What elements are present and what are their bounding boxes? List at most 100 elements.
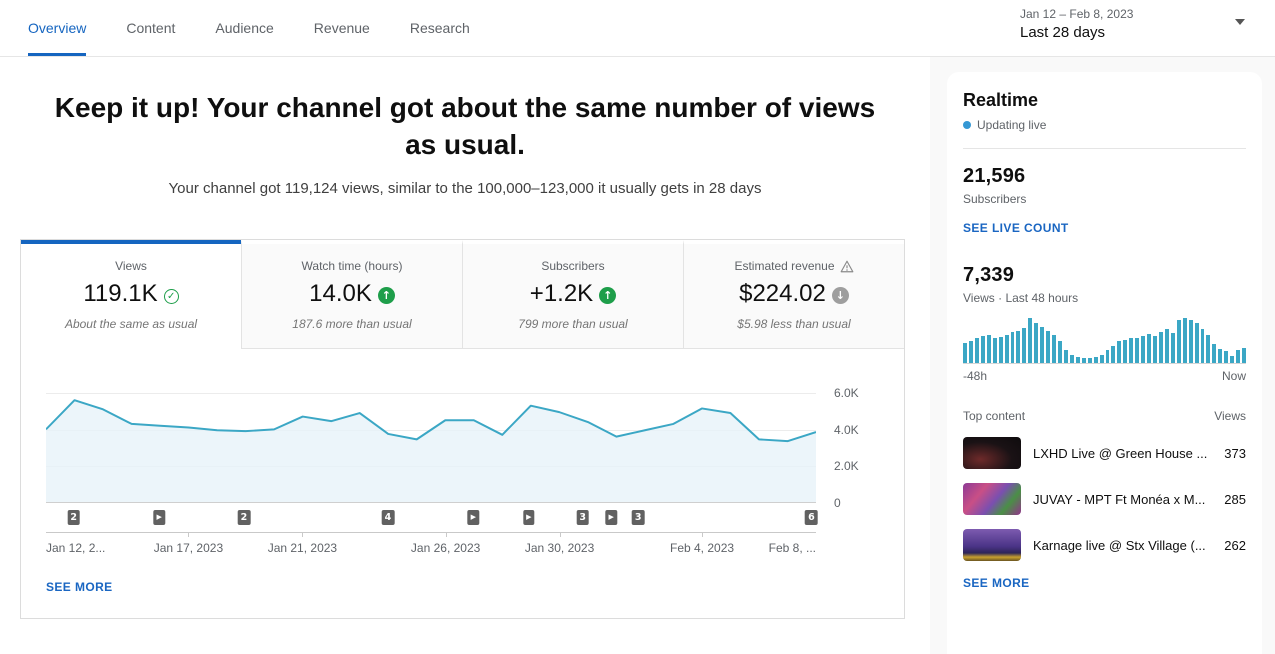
- hourly-views-bar: [1135, 338, 1139, 363]
- bar-chart-axis: -48h Now: [963, 369, 1246, 383]
- metric-label: Views: [21, 259, 241, 273]
- hourly-views-bar: [969, 341, 973, 364]
- views-48h-count: 7,339: [963, 264, 1246, 287]
- hourly-views-bar: [1064, 350, 1068, 364]
- see-more-realtime-button[interactable]: SEE MORE: [963, 576, 1030, 590]
- hourly-views-bar: [999, 337, 1003, 363]
- hourly-views-bar: [1236, 350, 1240, 363]
- date-range-text: Jan 12 – Feb 8, 2023 Last 28 days: [1020, 7, 1133, 41]
- videos-published-count-badge[interactable]: 6: [805, 510, 818, 525]
- hourly-views-bar: [1230, 356, 1234, 363]
- top-content-row[interactable]: LXHD Live @ Green House ...373: [963, 437, 1246, 469]
- hourly-views-bar: [1094, 357, 1098, 363]
- video-title: LXHD Live @ Green House ...: [1033, 446, 1212, 461]
- videos-published-count-badge[interactable]: 2: [67, 510, 80, 525]
- videos-published-count-badge[interactable]: 2: [238, 510, 251, 525]
- main-panel: Keep it up! Your channel got about the s…: [0, 57, 930, 654]
- hourly-views-bar: [981, 336, 985, 363]
- metric-note: 799 more than usual: [463, 317, 683, 331]
- date-range: Jan 12 – Feb 8, 2023: [1020, 7, 1133, 21]
- metric-card-watch-time-hours[interactable]: Watch time (hours)14.0K↑187.6 more than …: [241, 240, 462, 349]
- videos-published-count-badge[interactable]: 4: [382, 510, 395, 525]
- hourly-views-bar: [1165, 329, 1169, 363]
- videos-published-count-badge[interactable]: 3: [632, 510, 645, 525]
- summary-banner: Keep it up! Your channel got about the s…: [0, 89, 930, 197]
- axis-start-label: -48h: [963, 369, 987, 383]
- chevron-down-icon: [1235, 19, 1245, 25]
- top-bar: Overview Content Audience Revenue Research J…: [0, 0, 1275, 57]
- updating-live-label: Updating live: [977, 118, 1046, 132]
- tab-audience[interactable]: Audience: [215, 0, 273, 56]
- realtime-views-block: 7,339 Views · Last 48 hours -48h Now: [963, 264, 1246, 383]
- metric-card-views[interactable]: Views119.1K✓About the same as usual: [21, 240, 241, 349]
- content: Keep it up! Your channel got about the s…: [0, 57, 1275, 654]
- right-rail: Realtime Updating live 21,596 Subscriber…: [930, 57, 1275, 654]
- line-chart-svg: [46, 393, 816, 502]
- arrow-down-circle-icon: ↓: [832, 287, 849, 304]
- video-published-icon[interactable]: ▶: [605, 510, 616, 525]
- x-axis-label: Jan 26, 2023: [411, 541, 480, 555]
- tab-revenue[interactable]: Revenue: [314, 0, 370, 56]
- metric-label: Watch time (hours): [242, 259, 462, 273]
- video-thumbnail: [963, 437, 1021, 469]
- hourly-views-bar: [963, 343, 967, 363]
- hourly-views-bar: [1195, 323, 1199, 363]
- axis-tick: [560, 533, 561, 537]
- video-published-icon[interactable]: ▶: [523, 510, 534, 525]
- videos-published-count-badge[interactable]: 3: [576, 510, 589, 525]
- realtime-card: Realtime Updating live 21,596 Subscriber…: [947, 72, 1262, 654]
- hourly-views-bar: [1052, 335, 1056, 363]
- metric-note: About the same as usual: [21, 317, 241, 331]
- hourly-views-bar: [1028, 318, 1032, 363]
- views-48h-bar-chart[interactable]: [963, 318, 1246, 364]
- check-circle-icon: ✓: [164, 289, 179, 304]
- video-views: 262: [1224, 538, 1246, 553]
- top-content-title: Top content: [963, 409, 1025, 423]
- tab-research[interactable]: Research: [410, 0, 470, 56]
- hourly-views-bar: [1189, 320, 1193, 363]
- chart-x-axis: Jan 12, 2...Jan 17, 2023Jan 21, 2023Jan …: [46, 532, 816, 560]
- video-published-icon[interactable]: ▶: [153, 510, 164, 525]
- top-tabs: Overview Content Audience Revenue Research: [0, 0, 470, 56]
- axis-end-label: Now: [1222, 369, 1246, 383]
- hourly-views-bar: [1117, 341, 1121, 363]
- axis-tick: [188, 533, 189, 537]
- tab-overview[interactable]: Overview: [28, 0, 86, 56]
- metric-label: Subscribers: [463, 259, 683, 273]
- x-axis-label: Jan 12, 2...: [46, 541, 105, 555]
- y-axis-label: 2.0K: [834, 459, 884, 473]
- top-content-row[interactable]: JUVAY - MPT Ft Monéa x M...285: [963, 483, 1246, 515]
- hourly-views-bar: [1040, 327, 1044, 363]
- hourly-views-bar: [1076, 357, 1080, 363]
- video-published-icon[interactable]: ▶: [468, 510, 479, 525]
- hourly-views-bar: [1034, 323, 1038, 363]
- tab-content[interactable]: Content: [126, 0, 175, 56]
- hourly-views-bar: [993, 338, 997, 363]
- x-axis-label: Jan 17, 2023: [154, 541, 223, 555]
- banner-title: Keep it up! Your channel got about the s…: [40, 89, 890, 163]
- video-thumbnail: [963, 483, 1021, 515]
- see-live-count-button[interactable]: SEE LIVE COUNT: [963, 221, 1069, 235]
- banner-subtitle: Your channel got 119,124 views, similar …: [0, 180, 930, 197]
- hourly-views-bar: [987, 335, 991, 363]
- see-more-button[interactable]: SEE MORE: [46, 580, 113, 594]
- metric-card-subscribers[interactable]: Subscribers+1.2K↑799 more than usual: [462, 240, 683, 349]
- hourly-views-bar: [1046, 331, 1050, 363]
- hourly-views-bar: [1147, 334, 1151, 363]
- date-range-picker[interactable]: Jan 12 – Feb 8, 2023 Last 28 days: [1020, 7, 1245, 41]
- hourly-views-bar: [1201, 329, 1205, 363]
- metric-cards: Views119.1K✓About the same as usualWatch…: [21, 240, 904, 349]
- hourly-views-bar: [1141, 336, 1145, 363]
- axis-tick: [302, 533, 303, 537]
- date-preset: Last 28 days: [1020, 24, 1133, 41]
- metric-card-estimated-revenue[interactable]: Estimated revenue$224.02↓$5.98 less than…: [683, 240, 904, 349]
- top-content-row[interactable]: Karnage live @ Stx Village (...262: [963, 529, 1246, 561]
- hourly-views-bar: [975, 338, 979, 363]
- hourly-views-bar: [1106, 350, 1110, 363]
- y-axis-label: 4.0K: [834, 423, 884, 437]
- hourly-views-bar: [1111, 346, 1115, 363]
- views-line-chart[interactable]: 6.0K4.0K2.0K0: [46, 393, 816, 503]
- metric-label: Estimated revenue: [684, 259, 904, 273]
- hourly-views-bar: [1206, 335, 1210, 363]
- y-axis-label: 0: [834, 496, 884, 510]
